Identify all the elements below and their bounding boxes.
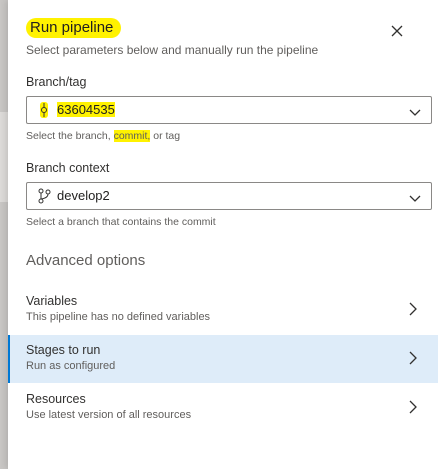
chevron-right-icon [408, 301, 418, 317]
chevron-right-icon [408, 399, 418, 415]
chevron-down-icon [409, 105, 421, 116]
branch-tag-helper: Select the branch, commit, or tag [26, 130, 180, 142]
branch-tag-dropdown[interactable]: 63604535 [26, 96, 432, 124]
helper-text-end: or tag [153, 130, 181, 142]
row-title: Variables [26, 294, 78, 308]
variables-row[interactable]: Variables This pipeline has no defined v… [8, 286, 438, 334]
panel-title: Run pipeline [26, 18, 122, 38]
helper-text: Select the branch, [26, 130, 111, 142]
row-subtitle: Run as configured [26, 360, 116, 372]
chevron-down-icon [409, 191, 421, 202]
background-page [0, 0, 8, 469]
commit-icon [37, 102, 51, 118]
branch-context-label: Branch context [26, 161, 110, 175]
branch-icon [37, 188, 51, 204]
selection-accent [8, 335, 10, 383]
row-title: Stages to run [26, 343, 101, 357]
branch-tag-label: Branch/tag [26, 75, 87, 89]
panel-subtitle: Select parameters below and manually run… [26, 43, 319, 57]
close-icon [391, 25, 403, 37]
helper-commit-highlight: commit, [113, 130, 151, 142]
row-subtitle: Use latest version of all resources [26, 409, 192, 421]
close-button[interactable] [388, 22, 406, 40]
stages-to-run-row[interactable]: Stages to run Run as configured [8, 335, 438, 383]
resources-row[interactable]: Resources Use latest version of all reso… [8, 384, 438, 432]
branch-context-dropdown[interactable]: develop2 [26, 182, 432, 210]
branch-context-helper: Select a branch that contains the commit [26, 216, 216, 228]
branch-tag-value: 63604535 [57, 102, 115, 117]
branch-context-value: develop2 [57, 188, 110, 203]
advanced-options-heading: Advanced options [26, 252, 146, 269]
row-subtitle: This pipeline has no defined variables [26, 311, 211, 323]
row-title: Resources [26, 392, 86, 406]
chevron-right-icon [408, 350, 418, 366]
run-pipeline-panel: Run pipeline Select parameters below and… [8, 0, 438, 469]
